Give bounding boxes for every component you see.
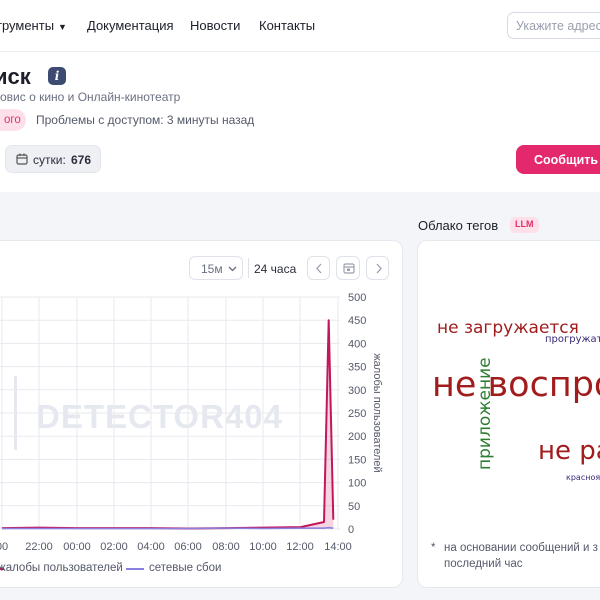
counter-label: сутки: [33,153,66,167]
interval-select[interactable]: 15м [189,256,243,280]
chevron-down-icon [228,266,237,272]
llm-badge: LLM [510,217,539,233]
nav-item-tools-label: трументы [0,18,55,33]
search-input[interactable]: Укажите адрес/ [507,12,600,39]
status-text: Проблемы с доступом: 3 минуты назад [36,113,255,127]
counter-value: 676 [71,153,92,167]
next-period-button[interactable] [366,256,389,280]
time-range-label: 24 часа [254,262,297,276]
tag-cloud-title: Облако тегов [418,218,499,233]
calendar-icon [16,153,28,165]
calendar-icon [343,263,355,274]
tag-cloud-footnote: на основании сообщений и з [444,542,598,554]
date-picker-button[interactable] [336,256,360,280]
nav-item-contacts[interactable]: Контакты [259,18,315,33]
legend-swatch-network-failures [126,568,144,570]
watermark: DETECTOR404 [36,398,283,435]
tag-cloud-footnote-asterisk: * [431,542,436,554]
caret-down-icon: ▼ [58,22,67,32]
nav-item-tools[interactable]: трументы ▼ [0,18,67,33]
tag-item: прогружат [545,334,600,345]
tag-item: красноя [566,473,600,482]
report-problem-button[interactable]: Сообщить о [516,145,600,174]
previous-period-button[interactable] [307,256,330,280]
tag-cloud-card [417,240,600,588]
nav-item-documentation[interactable]: Документация [87,18,174,33]
info-icon[interactable]: i [48,67,66,85]
status-badge: ого [0,109,26,131]
service-subtitle: овис о кино и Онлайн-кинотеатр [0,90,181,104]
page-title: иск [0,64,31,89]
tag-item: приложение [475,357,495,470]
legend-complaints: жалобы пользователей [0,562,123,574]
tag-item: не ра [538,436,600,466]
tag-cloud-footnote-line2: последний час [444,558,523,570]
nav-item-news[interactable]: Новости [190,18,240,33]
legend-network-failures: сетевые сбои [149,562,222,574]
tag-item: не воспро [432,365,600,405]
reports-counter: сутки: 676 [5,145,101,173]
divider [248,258,249,278]
chevron-left-icon [316,263,322,274]
interval-value: 15м [201,262,223,276]
watermark-bar [14,376,17,450]
chevron-right-icon [376,263,382,274]
